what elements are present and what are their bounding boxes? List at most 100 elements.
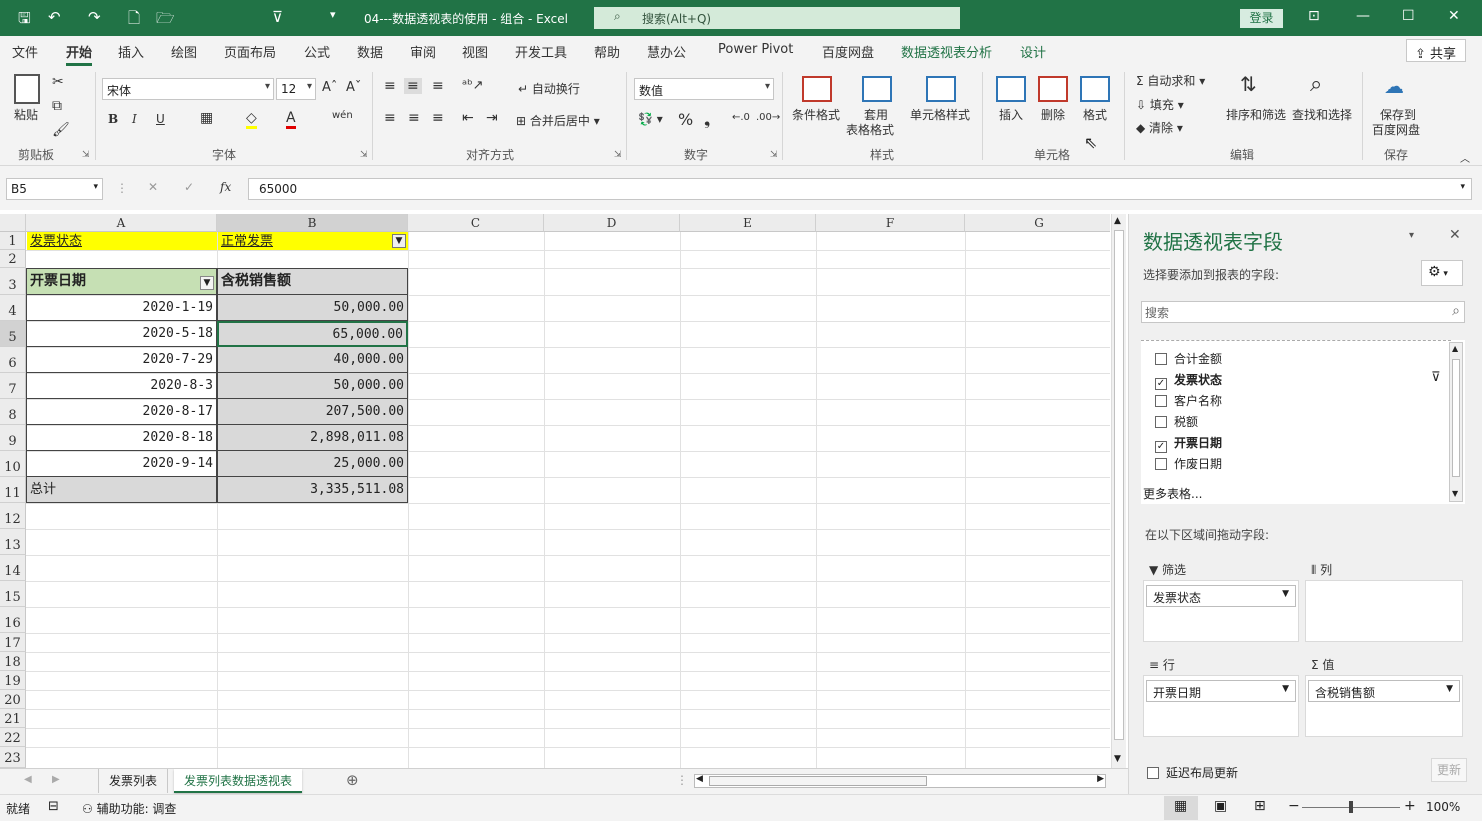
tab-pivot-analyze[interactable]: 数据透视表分析 [901, 42, 992, 61]
tab-formulas[interactable]: 公式 [304, 42, 330, 61]
number-format-dropdown[interactable]: 数值 ▾ [634, 78, 774, 100]
minimize-icon[interactable]: — [1356, 8, 1370, 24]
tab-split-icon[interactable]: ⋮ [676, 773, 688, 787]
tab-review[interactable]: 审阅 [410, 42, 436, 61]
page-break-view-icon[interactable]: ⊞ [1254, 798, 1266, 814]
cell-b6[interactable]: 40,000.00 [217, 347, 408, 373]
fill-button[interactable]: ⇩ 填充 ▾ [1136, 96, 1184, 113]
field-item[interactable]: 合计金额 [1155, 350, 1222, 367]
columns-area[interactable] [1305, 580, 1463, 642]
close-pane-icon[interactable]: ✕ [1449, 227, 1461, 243]
tools-button[interactable]: ⚙ ▾ [1421, 260, 1463, 286]
tab-view[interactable]: 视图 [462, 42, 488, 61]
font-name-dropdown[interactable]: 宋体 ▾ [102, 78, 274, 100]
login-button[interactable]: 登录 [1240, 9, 1283, 28]
tab-home[interactable]: 开始 [66, 42, 93, 66]
cell-b9[interactable]: 2,898,011.08 [217, 425, 408, 451]
cell-b5-selected[interactable]: 65,000.00 [217, 321, 408, 347]
row-header-14[interactable]: 14 [0, 555, 26, 581]
macro-record-icon[interactable]: ⊟ [48, 799, 59, 814]
clear-button[interactable]: ◆ 清除 ▾ [1136, 119, 1183, 136]
fill-color-icon[interactable]: ◇ [246, 110, 257, 129]
formula-input[interactable]: 65000 ▾ [248, 178, 1472, 200]
tab-draw[interactable]: 绘图 [171, 42, 197, 61]
underline-button[interactable]: U [156, 112, 165, 126]
paste-button[interactable]: 粘贴 [14, 106, 38, 123]
insert-cells-button[interactable]: 插入 [999, 106, 1023, 123]
find-select-icon[interactable]: ⌕ [1310, 72, 1322, 97]
value-field-pill[interactable]: 含税销售额 ▼ [1308, 680, 1460, 702]
row-header-5[interactable]: 5 [0, 321, 26, 347]
row-header-18[interactable]: 18 [0, 652, 26, 671]
cell-b8[interactable]: 207,500.00 [217, 399, 408, 425]
format-as-table-label2[interactable]: 表格格式 [846, 121, 894, 138]
tab-design[interactable]: 设计 [1020, 42, 1046, 61]
row-header-2[interactable]: 2 [0, 250, 26, 268]
row-header-23[interactable]: 23 [0, 747, 26, 768]
field-item[interactable]: 税额 [1155, 413, 1198, 430]
redo-icon[interactable]: ↷ [88, 8, 101, 26]
row-header-6[interactable]: 6 [0, 347, 26, 373]
increase-font-icon[interactable]: Aˆ [322, 80, 337, 95]
field-item[interactable]: ✓ 发票状态 [1155, 371, 1222, 390]
font-color-button[interactable]: A [286, 110, 296, 129]
next-sheet-icon[interactable]: ▶ [52, 774, 60, 785]
col-header-a[interactable]: A [26, 214, 217, 232]
cell-a4[interactable]: 2020-1-19 [26, 295, 217, 321]
checkbox[interactable] [1155, 353, 1167, 365]
conditional-format-icon[interactable] [802, 76, 832, 102]
tab-insert[interactable]: 插入 [118, 42, 144, 61]
col-header-f[interactable]: F [816, 214, 965, 232]
scroll-down-icon[interactable]: ▼ [1114, 754, 1121, 764]
accessibility-status[interactable]: ⚇ 辅助功能: 调查 [82, 800, 176, 817]
checkbox-checked[interactable]: ✓ [1155, 441, 1167, 453]
row-header-7[interactable]: 7 [0, 373, 26, 399]
row-header-8[interactable]: 8 [0, 399, 26, 425]
row-header-10[interactable]: 10 [0, 451, 26, 477]
insert-cells-icon[interactable] [996, 76, 1026, 102]
scroll-up-icon[interactable]: ▲ [1452, 344, 1458, 353]
collapse-ribbon-icon[interactable]: ︿ [1460, 150, 1470, 165]
align-right-icon[interactable]: ≡ [432, 110, 444, 126]
row-field-pill[interactable]: 开票日期 ▼ [1146, 680, 1296, 702]
row-header-13[interactable]: 13 [0, 529, 26, 555]
tab-file[interactable]: 文件 [12, 42, 38, 61]
decrease-decimal-icon[interactable]: .00→ [756, 112, 780, 123]
row-header-22[interactable]: 22 [0, 728, 26, 747]
field-item[interactable]: 客户名称 [1155, 392, 1222, 409]
row-header-12[interactable]: 12 [0, 503, 26, 529]
merge-center-button[interactable]: ⊞ 合并后居中 ▾ [516, 112, 600, 129]
align-center-icon[interactable]: ≡ [408, 110, 420, 126]
clipboard-launcher-icon[interactable]: ⇲ [82, 150, 90, 160]
scroll-right-icon[interactable]: ▶ [1097, 774, 1104, 784]
find-select-button[interactable]: 查找和选择 [1292, 106, 1352, 123]
search-box[interactable]: ⌕ 搜索(Alt+Q) [594, 7, 960, 29]
comma-style-icon[interactable]: ❟ [704, 110, 710, 130]
border-icon[interactable]: ▦ [200, 110, 213, 126]
orientation-icon[interactable]: ᵃᵇ↗ [462, 78, 484, 93]
field-item[interactable]: ✓ 开票日期 [1155, 434, 1222, 453]
percent-button[interactable]: % [678, 110, 693, 129]
row-header-11[interactable]: 11 [0, 477, 26, 503]
format-painter-icon[interactable]: 🖌 [52, 122, 70, 138]
horizontal-scrollbar[interactable]: ◀ ▶ [694, 774, 1106, 788]
autosum-button[interactable]: Σ 自动求和 ▾ [1136, 72, 1205, 89]
increase-indent-icon[interactable]: ⇥ [486, 110, 498, 126]
cell-b1[interactable]: 正常发票 [218, 232, 408, 250]
align-top-icon[interactable]: ≡ [384, 78, 396, 94]
delete-cells-button[interactable]: 删除 [1041, 106, 1065, 123]
defer-update-option[interactable]: 延迟布局更新 [1147, 764, 1238, 781]
sheet-tab-invoice-list[interactable]: 发票列表 [98, 769, 169, 793]
row-filter-dropdown-icon[interactable]: ▼ [200, 276, 214, 290]
checkbox[interactable] [1155, 416, 1167, 428]
filter-field-pill[interactable]: 发票状态 ▼ [1146, 585, 1296, 607]
font-size-dropdown[interactable]: 12 ▾ [276, 78, 316, 100]
vertical-scrollbar[interactable]: ▲ ▼ [1111, 214, 1126, 768]
cell-styles-button[interactable]: 单元格样式 [910, 106, 970, 123]
decrease-font-icon[interactable]: Aˇ [346, 80, 361, 95]
select-all-corner[interactable] [0, 214, 26, 232]
scroll-thumb[interactable] [1114, 230, 1124, 740]
sheet-tab-pivot[interactable]: 发票列表数据透视表 [174, 769, 303, 793]
delete-cells-icon[interactable] [1038, 76, 1068, 102]
field-list-scrollbar[interactable]: ▲ ▼ [1449, 342, 1463, 502]
